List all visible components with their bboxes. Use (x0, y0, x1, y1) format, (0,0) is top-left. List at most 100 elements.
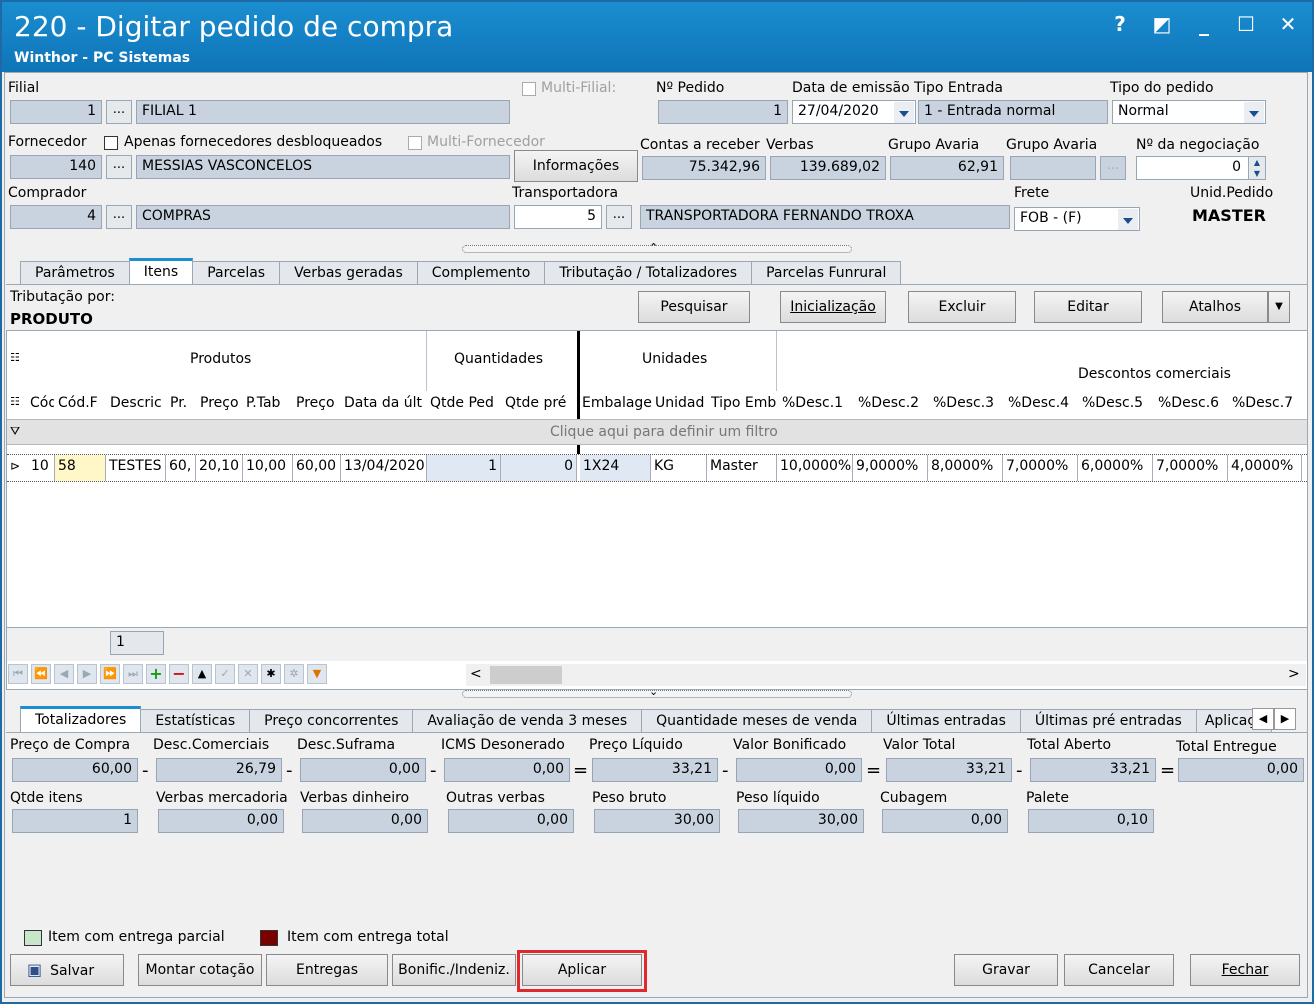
col-p-tab[interactable]: P.Tab (246, 395, 290, 411)
band-selector-icon[interactable]: ☷ (10, 351, 20, 364)
cell-cod-f[interactable]: 58 (55, 455, 106, 481)
col-qtde-ped[interactable]: Qtde Ped (430, 395, 500, 411)
editar-button[interactable]: Editar (1034, 291, 1142, 323)
prev-page-icon[interactable]: ⏪ (31, 664, 51, 684)
scroll-thumb[interactable] (490, 666, 562, 684)
cell-p-tab[interactable]: 10,00 (243, 455, 293, 481)
cell-pr[interactable]: 60, (166, 455, 196, 481)
first-record-icon[interactable]: ⏮ (8, 664, 28, 684)
save-bookmark-icon[interactable]: ✲ (284, 664, 304, 684)
cell-desc-5[interactable]: 6,0000% (1078, 455, 1153, 481)
restore-icon[interactable]: ◩ (1152, 12, 1172, 36)
fornecedor-lookup-button[interactable]: ... (106, 155, 132, 179)
emissao-date-field[interactable]: 27/04/2020 (792, 100, 916, 124)
col-desc-2[interactable]: %Desc.2 (858, 395, 930, 411)
chevron-down-icon[interactable] (894, 102, 914, 123)
cell-qtde-pre[interactable]: 0 (501, 455, 577, 481)
tab-preco-concorrentes[interactable]: Preço concorrentes (249, 709, 414, 733)
cancel-edit-icon[interactable]: ✕ (238, 664, 258, 684)
add-record-icon[interactable]: + (146, 664, 166, 684)
filter-icon[interactable]: ⛛ (10, 424, 20, 439)
negociacao-spinner[interactable]: 0 (1136, 156, 1266, 180)
transportadora-lookup-button[interactable]: ... (606, 205, 632, 229)
comprador-lookup-button[interactable]: ... (106, 205, 132, 229)
apenas-desbloqueados-checkbox[interactable] (104, 136, 118, 150)
scroll-right-icon[interactable]: > (1288, 666, 1300, 682)
pesquisar-button[interactable]: Pesquisar (638, 291, 750, 323)
tab-itens[interactable]: Itens (128, 258, 194, 285)
tab-quantidade-meses[interactable]: Quantidade meses de venda (641, 709, 873, 733)
edit-record-icon[interactable]: ▲ (192, 664, 212, 684)
montar-cotacao-button[interactable]: Montar cotação (138, 954, 262, 986)
col-desc-5[interactable]: %Desc.5 (1082, 395, 1154, 411)
last-record-icon[interactable]: ⏭ (123, 664, 143, 684)
cell-embalagem[interactable]: 1X24 (580, 455, 651, 481)
chevron-down-icon[interactable] (1118, 209, 1138, 230)
scroll-left-icon[interactable]: < (470, 666, 482, 682)
bottom-splitter[interactable]: ⌄ (462, 685, 852, 698)
col-preco[interactable]: Preço (200, 395, 242, 411)
refresh-icon[interactable]: ✱ (261, 664, 281, 684)
col-cod[interactable]: Cód (30, 395, 54, 411)
bonific-indeniz-button[interactable]: Bonific./Indeniz. (392, 954, 516, 986)
tab-parcelas-funrural[interactable]: Parcelas Funrural (751, 261, 902, 285)
cell-desc-3[interactable]: 8,0000% (928, 455, 1003, 481)
delete-record-icon[interactable]: − (169, 664, 189, 684)
col-descricao[interactable]: Descric (110, 395, 164, 411)
col-desc-4[interactable]: %Desc.4 (1008, 395, 1080, 411)
fechar-button[interactable]: Fechar (1190, 954, 1300, 986)
cell-descricao[interactable]: TESTES (106, 455, 166, 481)
col-unidade[interactable]: Unidad (655, 395, 707, 411)
col-embalagem[interactable]: Embalage (582, 395, 652, 411)
salvar-button[interactable]: ▣ Salvar (10, 954, 124, 986)
top-splitter[interactable]: ⌃ (462, 241, 852, 254)
tab-verbas-geradas[interactable]: Verbas geradas (279, 261, 418, 285)
next-page-icon[interactable]: ⏩ (100, 664, 120, 684)
tab-ultimas-pre-entradas[interactable]: Últimas pré entradas (1019, 709, 1197, 733)
gravar-button[interactable]: Gravar (954, 954, 1058, 986)
cell-desc-6[interactable]: 7,0000% (1153, 455, 1228, 481)
tab-tributacao-totalizadores[interactable]: Tributação / Totalizadores (544, 261, 753, 285)
cell-qtde-ped[interactable]: 1 (427, 455, 501, 481)
tipo-pedido-select[interactable]: Normal (1112, 100, 1266, 124)
comprador-code-field[interactable]: 4 (10, 205, 102, 229)
chevron-down-icon[interactable] (1244, 102, 1264, 123)
frete-select[interactable]: FOB - (F) (1014, 207, 1140, 231)
column-chooser-icon[interactable]: ☷ (10, 395, 20, 408)
help-icon[interactable]: ? (1110, 12, 1130, 36)
cell-desc-4[interactable]: 7,0000% (1003, 455, 1078, 481)
cell-desc-7[interactable]: 4,0000% (1228, 455, 1302, 481)
horizontal-scrollbar[interactable] (466, 664, 1306, 686)
filter-hint[interactable]: Clique aqui para definir um filtro (550, 424, 778, 440)
atalhos-button[interactable]: Atalhos (1162, 291, 1268, 323)
atalhos-dropdown-icon[interactable]: ▼ (1268, 291, 1290, 323)
filter-funnel-icon[interactable]: ▼ (307, 664, 327, 684)
informacoes-button[interactable]: Informações (514, 150, 638, 182)
cell-cod[interactable]: 10 (28, 455, 55, 481)
cell-desc-1[interactable]: 10,0000% (777, 455, 853, 481)
cell-tipo-emb[interactable]: Master (707, 455, 777, 481)
prev-record-icon[interactable]: ◀ (54, 664, 74, 684)
tab-totalizadores[interactable]: Totalizadores (20, 706, 142, 733)
multi-fornecedor-checkbox[interactable] (408, 136, 422, 150)
col-tipo-emb[interactable]: Tipo Emb (711, 395, 777, 411)
col-desc-6[interactable]: %Desc.6 (1158, 395, 1230, 411)
transportadora-code-field[interactable]: 5 (514, 205, 602, 229)
tab-ultimas-entradas[interactable]: Últimas entradas (871, 709, 1021, 733)
tab-scroll-left-icon[interactable]: ◀ (1252, 708, 1274, 730)
chevron-up-icon[interactable]: ⌃ (649, 241, 658, 254)
chevron-down-icon[interactable]: ⌄ (649, 685, 658, 698)
col-qtde-pre[interactable]: Qtde pré (505, 395, 575, 411)
tab-estatisticas[interactable]: Estatísticas (140, 709, 251, 733)
post-edit-icon[interactable]: ✓ (215, 664, 235, 684)
tab-complemento[interactable]: Complemento (416, 261, 546, 285)
excluir-button[interactable]: Excluir (908, 291, 1016, 323)
tab-parametros[interactable]: Parâmetros (20, 261, 130, 285)
filial-code-field[interactable]: 1 (10, 100, 102, 124)
cell-preco[interactable]: 20,10 (196, 455, 243, 481)
cancelar-button[interactable]: Cancelar (1064, 954, 1174, 986)
col-desc-3[interactable]: %Desc.3 (933, 395, 1005, 411)
minimize-icon[interactable]: _ (1194, 12, 1214, 36)
col-data-ultima[interactable]: Data da últ (344, 395, 424, 411)
inicializacao-button[interactable]: Inicialização (780, 291, 886, 323)
